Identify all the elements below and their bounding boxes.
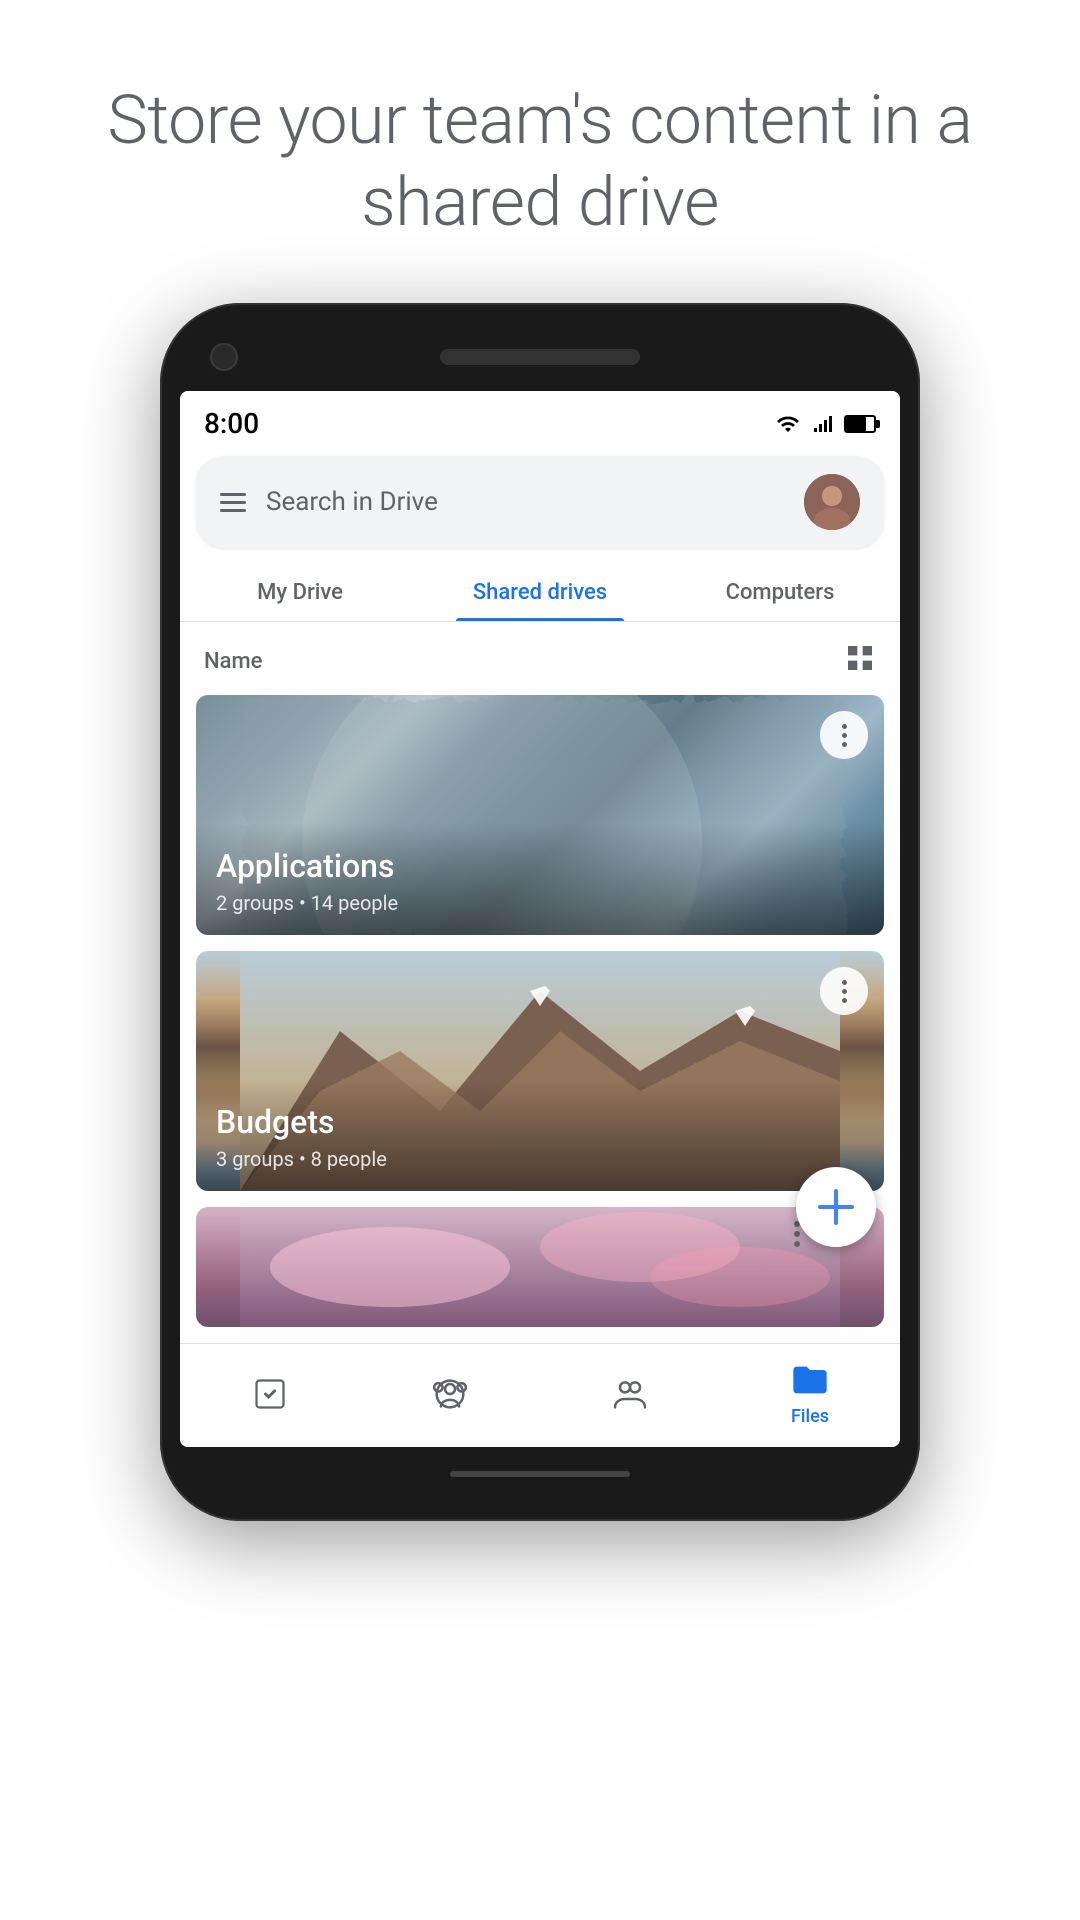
drive-card-budgets[interactable]: Budgets 3 groups • 8 people xyxy=(196,951,884,1191)
avatar-image xyxy=(804,474,860,530)
search-bar[interactable]: Search in Drive xyxy=(196,456,884,548)
tab-computers[interactable]: Computers xyxy=(660,560,900,621)
phone-wrapper: 8:00 xyxy=(160,303,920,1521)
hamburger-icon[interactable] xyxy=(220,493,246,512)
fab-plus-icon xyxy=(814,1185,858,1229)
bottom-nav: Files xyxy=(180,1343,900,1447)
budgets-overlay: Budgets 3 groups • 8 people xyxy=(196,1079,884,1191)
more-options-btn[interactable] xyxy=(794,1221,800,1247)
phone-screen: 8:00 xyxy=(180,391,900,1447)
three-dots-applications xyxy=(842,724,847,747)
fab-button[interactable] xyxy=(796,1167,876,1247)
drive-cards: Applications 2 groups • 14 people xyxy=(180,695,900,1327)
tab-nav: My Drive Shared drives Computers xyxy=(180,560,900,622)
drive-card-third[interactable] xyxy=(196,1207,884,1327)
phone-speaker xyxy=(440,349,640,365)
nav-activity[interactable] xyxy=(610,1374,650,1414)
grid-view-icon[interactable] xyxy=(844,642,876,681)
status-icons xyxy=(772,412,876,436)
phone-top-bezel xyxy=(180,323,900,391)
tab-shared-drives[interactable]: Shared drives xyxy=(420,560,660,621)
battery-icon xyxy=(844,415,876,433)
priority-icon xyxy=(250,1374,290,1414)
avatar[interactable] xyxy=(804,474,860,530)
phone-camera xyxy=(210,343,238,371)
files-nav-label: Files xyxy=(791,1406,829,1427)
home-indicator xyxy=(450,1471,630,1477)
signal-icon xyxy=(812,412,836,436)
activity-icon xyxy=(610,1374,650,1414)
hero-text: Store your team's content in a shared dr… xyxy=(0,0,1080,303)
applications-overlay: Applications 2 groups • 14 people xyxy=(196,823,884,935)
status-bar: 8:00 xyxy=(180,391,900,448)
nav-shared[interactable] xyxy=(430,1374,470,1414)
wifi-icon xyxy=(772,412,804,436)
phone-outer: 8:00 xyxy=(160,303,920,1521)
applications-subtitle: 2 groups • 14 people xyxy=(216,891,864,915)
shared-icon xyxy=(430,1374,470,1414)
sort-label[interactable]: Name xyxy=(204,649,262,674)
list-header: Name xyxy=(180,622,900,695)
status-time: 8:00 xyxy=(204,407,259,440)
budgets-subtitle: 3 groups • 8 people xyxy=(216,1147,864,1171)
drive-card-applications[interactable]: Applications 2 groups • 14 people xyxy=(196,695,884,935)
files-folder-icon xyxy=(790,1360,830,1400)
applications-title: Applications xyxy=(216,847,864,885)
card-bg-third xyxy=(196,1207,884,1327)
nav-priority[interactable] xyxy=(250,1374,290,1414)
search-input[interactable]: Search in Drive xyxy=(266,487,784,517)
budgets-menu-btn[interactable] xyxy=(820,967,868,1015)
tab-my-drive[interactable]: My Drive xyxy=(180,560,420,621)
budgets-title: Budgets xyxy=(216,1103,864,1141)
applications-menu-btn[interactable] xyxy=(820,711,868,759)
phone-bottom-bezel xyxy=(180,1447,900,1501)
nav-files[interactable]: Files xyxy=(790,1360,830,1427)
three-dots-budgets xyxy=(842,980,847,1003)
